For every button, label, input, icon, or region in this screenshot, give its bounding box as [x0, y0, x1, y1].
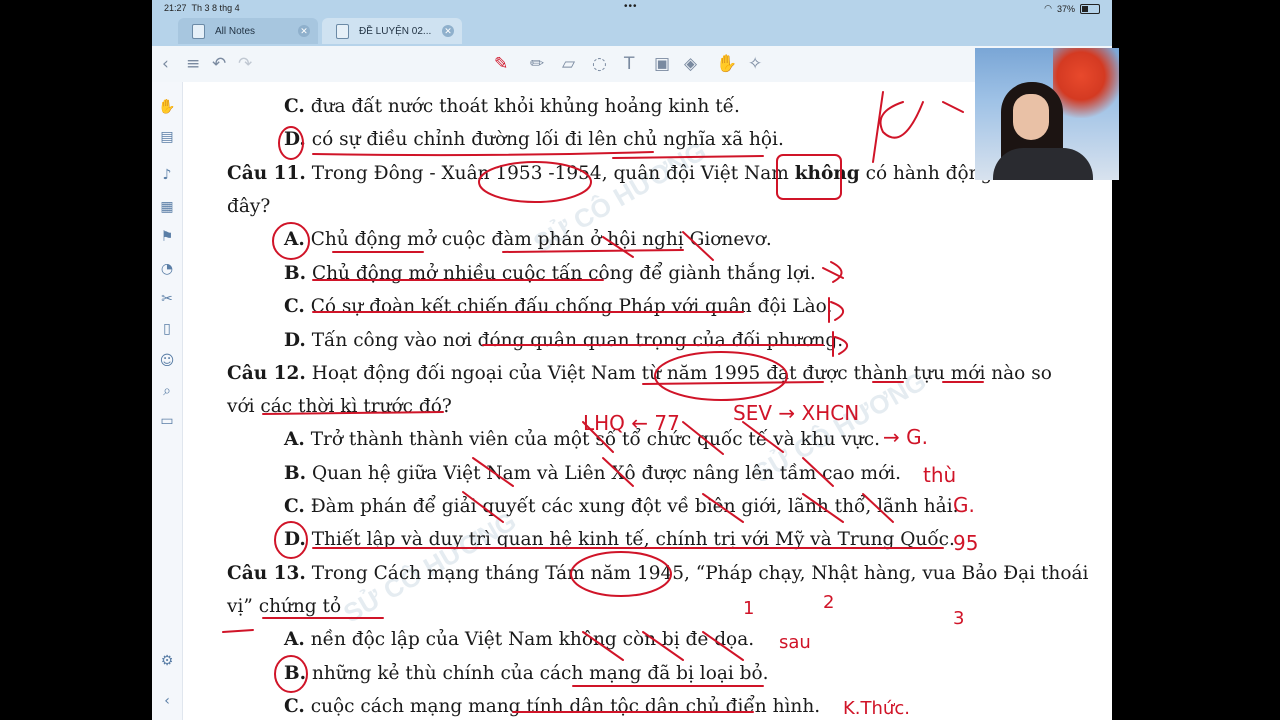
ink-text-1: 1 [743, 598, 754, 619]
question-11-cont: đây? [227, 196, 271, 217]
close-tab-icon[interactable]: ✕ [298, 25, 310, 37]
timer-icon[interactable]: ◔ [158, 260, 176, 278]
collapse-icon[interactable]: ‹ [158, 692, 176, 710]
microphone-icon[interactable]: ♪ [158, 166, 176, 184]
presenter-face [1013, 94, 1049, 140]
multitask-dots[interactable]: ••• [624, 1, 638, 12]
hand-icon[interactable]: ✋ [158, 98, 176, 116]
question-12-cont: với các thời kì trước đó? [227, 396, 452, 417]
undo-icon[interactable]: ↶ [212, 54, 226, 74]
question-13: Câu 13. Trong Cách mạng tháng Tám năm 19… [227, 563, 1089, 584]
text-icon[interactable]: T [624, 54, 634, 74]
q12-option-b: B. Quan hệ giữa Việt Nam và Liên Xô được… [284, 463, 902, 484]
redo-icon[interactable]: ↷ [238, 54, 252, 74]
toolbar: ‹ ≡ ↶ ↷ ✎ ✏ ▱ ◌ T ▣ ◈ ✋ ✧ [152, 46, 1112, 83]
presentation-icon[interactable]: ▭ [158, 412, 176, 430]
status-time: 21:27 Th 3 8 thg 4 [164, 3, 240, 13]
ink-underline [222, 547, 944, 633]
settings-icon[interactable]: ⚙ [158, 652, 176, 670]
tab-all-notes[interactable]: All Notes ✕ [178, 18, 318, 44]
question-11: Câu 11. Trong Đông - Xuân 1953 -1954, qu… [227, 163, 1071, 184]
side-toolbar: ✋ ▤ ♪ ▦ ⚑ ◔ ✂ ▯ ☺ ⌕ ▭ ⚙ ‹ [152, 82, 183, 720]
q10-option-c: C. đưa đất nước thoát khỏi khủng hoảng k… [284, 96, 740, 117]
note-page[interactable]: SỬ CÔ HƯƠNG SỬ CÔ HƯƠNG SỬ CÔ HƯƠNG C. đ… [183, 82, 1112, 720]
presenter-body [993, 148, 1093, 180]
status-right: ◠ 37% [1044, 3, 1100, 14]
wifi-icon: ◠ [1044, 3, 1052, 13]
pen-icon[interactable]: ✎ [494, 54, 508, 74]
list-icon[interactable]: ≡ [186, 54, 200, 74]
calculator-icon[interactable]: ▦ [158, 198, 176, 216]
ipad-screen: 21:27 Th 3 8 thg 4 ••• ◠ 37% All Notes ✕… [152, 0, 1112, 720]
tab-bar: All Notes ✕ ĐỀ LUYỆN 02... ✕ [152, 16, 1112, 46]
status-bar: 21:27 Th 3 8 thg 4 ••• ◠ 37% [152, 0, 1112, 16]
q12-option-c: C. Đàm phán để giải quyết các xung đột v… [284, 496, 959, 517]
q10-option-d: D. có sự điều chỉnh đường lối đi lên chủ… [284, 129, 784, 150]
shapes-icon[interactable]: ◈ [684, 54, 697, 74]
document-icon [336, 23, 349, 39]
q11-option-b: B. Chủ động mở nhiều cuộc tấn công để gi… [284, 263, 816, 284]
scissors-icon[interactable]: ✂ [158, 290, 176, 308]
ink-text-kthuc: K.Thức. [843, 698, 910, 719]
tab-label: All Notes [215, 25, 256, 37]
search-icon[interactable]: ⌕ [158, 382, 176, 400]
pencil-icon[interactable]: ✏ [530, 54, 544, 74]
question-13-cont: vị” chứng tỏ [227, 596, 342, 617]
ink-text-sau: sau [779, 632, 811, 653]
bookmark-icon[interactable]: ⚑ [158, 228, 176, 246]
tab-de-luyen[interactable]: ĐỀ LUYỆN 02... ✕ [322, 18, 462, 44]
back-icon[interactable]: ‹ [162, 54, 169, 74]
battery-percent: 37% [1056, 3, 1075, 14]
ink-mark-d [822, 261, 844, 283]
webcam-overlay [975, 48, 1119, 180]
ink-text-95: 95 [953, 531, 978, 555]
ink-text-2: 2 [823, 592, 834, 613]
q13-option-b: B. những kẻ thù chính của cách mạng đã b… [284, 663, 769, 684]
q13-option-c: C. cuộc cách mạng mang tính dân tộc dân … [284, 696, 821, 717]
ruler-icon[interactable]: ▤ [158, 128, 176, 146]
q11-option-c: C. Có sự đoàn kết chiến đấu chống Pháp v… [284, 296, 833, 317]
q13-option-a: A. nền độc lập của Việt Nam không còn bị… [284, 629, 755, 650]
q11-option-a: A. Chủ động mở cuộc đàm phán ở hội nghị … [284, 229, 772, 250]
lasso-icon[interactable]: ◌ [592, 54, 607, 74]
document-icon[interactable]: ▯ [158, 320, 176, 338]
eraser-icon[interactable]: ▱ [562, 54, 575, 74]
document-icon [192, 23, 205, 39]
tab-label: ĐỀ LUYỆN 02... [359, 25, 432, 37]
q12-option-a: A. Trở thành thành viên của một số tổ ch… [284, 429, 881, 450]
image-icon[interactable]: ▣ [654, 54, 670, 74]
question-12: Câu 12. Hoạt động đối ngoại của Việt Nam… [227, 363, 1052, 384]
laser-icon[interactable]: ✧ [748, 54, 762, 74]
robot-icon[interactable]: ☺ [158, 352, 176, 370]
q12-option-d: D. Thiết lập và duy trì quan hệ kinh tế,… [284, 529, 955, 550]
q11-option-d: D. Tấn công vào nơi đóng quân quan trọng… [284, 330, 844, 351]
close-tab-icon[interactable]: ✕ [442, 25, 454, 37]
ink-text-3: 3 [953, 608, 964, 629]
battery-icon [1080, 3, 1100, 14]
flower-tree [1053, 48, 1119, 118]
ink-text-thu: thù [923, 463, 956, 487]
hand-icon[interactable]: ✋ [716, 54, 737, 74]
ink-text-arrow: → G. [883, 425, 928, 449]
